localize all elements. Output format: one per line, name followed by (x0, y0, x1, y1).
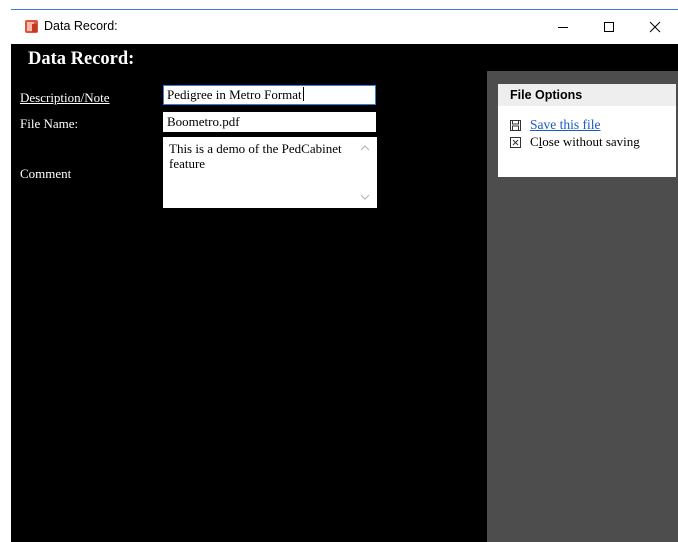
maximize-button[interactable] (586, 10, 632, 44)
data-record-window: Data Record: Data Record: Description/No… (11, 9, 678, 542)
text-caret (302, 87, 304, 101)
title-bar[interactable]: Data Record: (11, 10, 678, 44)
minimize-button[interactable] (540, 10, 586, 44)
window-title: Data Record: (44, 19, 118, 33)
close-without-saving-button[interactable]: Close without saving (530, 135, 640, 149)
description-input[interactable]: Pedigree in Metro Format (163, 85, 376, 105)
save-file-link[interactable]: Save this file (530, 117, 601, 133)
maximize-icon (604, 22, 614, 32)
floppy-disk-icon (510, 120, 521, 131)
close-window-button[interactable] (632, 10, 678, 44)
page-title: Data Record: (28, 49, 135, 69)
file-options-title: File Options (510, 88, 583, 102)
close-label-rest: ose without saving (542, 134, 640, 149)
app-icon (25, 20, 38, 33)
close-icon (649, 21, 661, 33)
scroll-down-icon[interactable] (359, 192, 371, 202)
comment-label: Comment (20, 166, 72, 181)
comment-value: This is a demo of the PedCabinet feature (169, 141, 342, 171)
description-label-link[interactable]: Description/Note (20, 90, 110, 106)
file-options-header: File Options (498, 84, 676, 106)
filename-label: File Name: (20, 116, 79, 131)
description-value: Pedigree in Metro Format (167, 87, 302, 102)
filename-input[interactable]: Boometro.pdf (163, 112, 376, 132)
options-panel: File Options Save this file Close withou… (487, 71, 678, 542)
scroll-up-icon[interactable] (359, 143, 371, 153)
file-options-box: File Options Save this file Close withou… (498, 84, 676, 177)
close-box-icon (510, 137, 521, 148)
minimize-icon (558, 27, 568, 28)
filename-value: Boometro.pdf (167, 114, 240, 129)
comment-textarea[interactable]: This is a demo of the PedCabinet feature (163, 137, 377, 208)
close-label-prefix: C (530, 134, 539, 149)
